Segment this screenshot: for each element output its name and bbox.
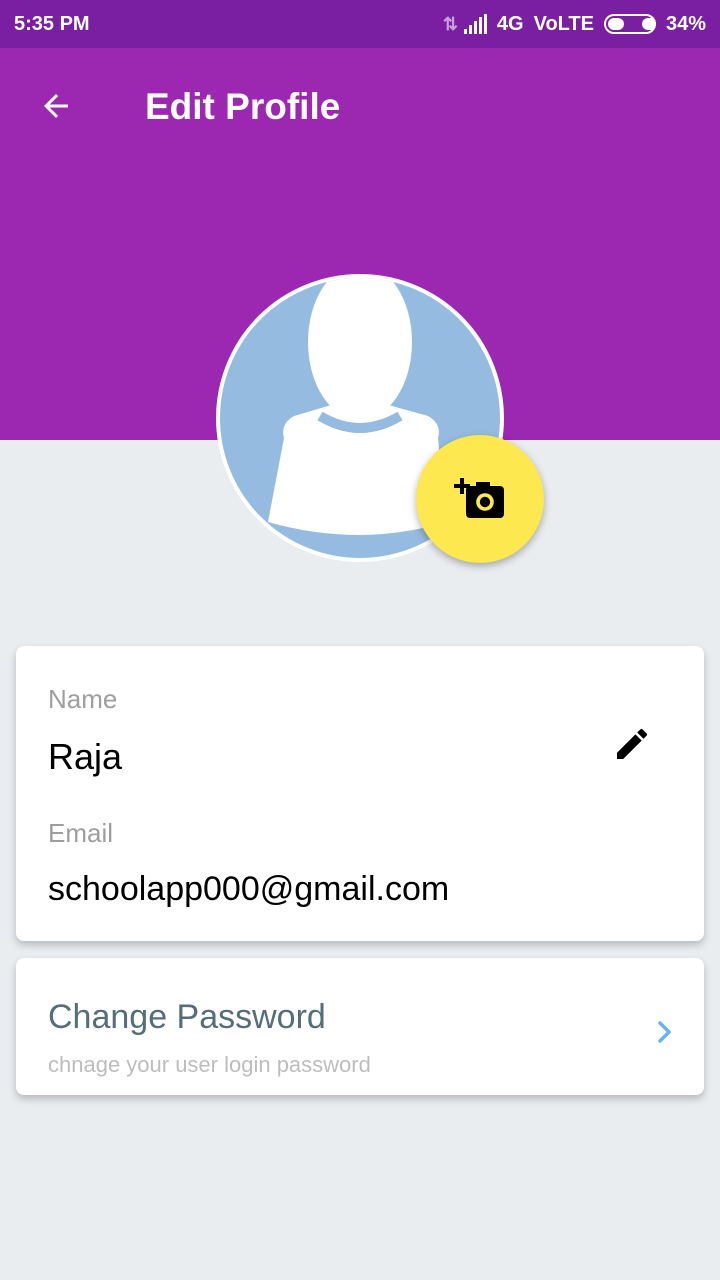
chevron-right-icon [650, 1018, 678, 1046]
change-photo-button[interactable] [416, 435, 544, 563]
add-a-photo-icon [454, 478, 504, 518]
change-password-subtitle: chnage your user login password [48, 1052, 371, 1077]
name-value: Raja [48, 736, 123, 777]
status-time: 5:35 PM [14, 12, 90, 35]
status-bar: 5:35 PM ⇅ 4G VoLTE 34% [0, 0, 720, 48]
profile-card: Name Raja Email schoolapp000@gmail.com [16, 646, 704, 941]
email-label: Email [48, 818, 114, 848]
battery-percent: 34% [665, 12, 706, 35]
signal-icon [463, 14, 487, 34]
volte-indicator: VoLTE [533, 12, 594, 35]
network-type: 4G [496, 12, 524, 35]
email-value: schoolapp000@gmail.com [48, 870, 450, 908]
battery-icon [603, 14, 656, 34]
page-title: Edit Profile [145, 86, 341, 127]
arrow-back-icon [44, 94, 68, 118]
edit-profile-button[interactable] [608, 720, 656, 768]
pencil-icon [617, 728, 648, 759]
data-activity-icon: ⇅ [442, 13, 458, 34]
status-icons: ⇅ 4G VoLTE 34% [443, 13, 706, 36]
change-password-item[interactable]: Change Password chnage your user login p… [16, 958, 704, 1095]
back-button[interactable] [28, 78, 84, 134]
change-password-title: Change Password [48, 998, 326, 1036]
name-label: Name [48, 684, 118, 714]
